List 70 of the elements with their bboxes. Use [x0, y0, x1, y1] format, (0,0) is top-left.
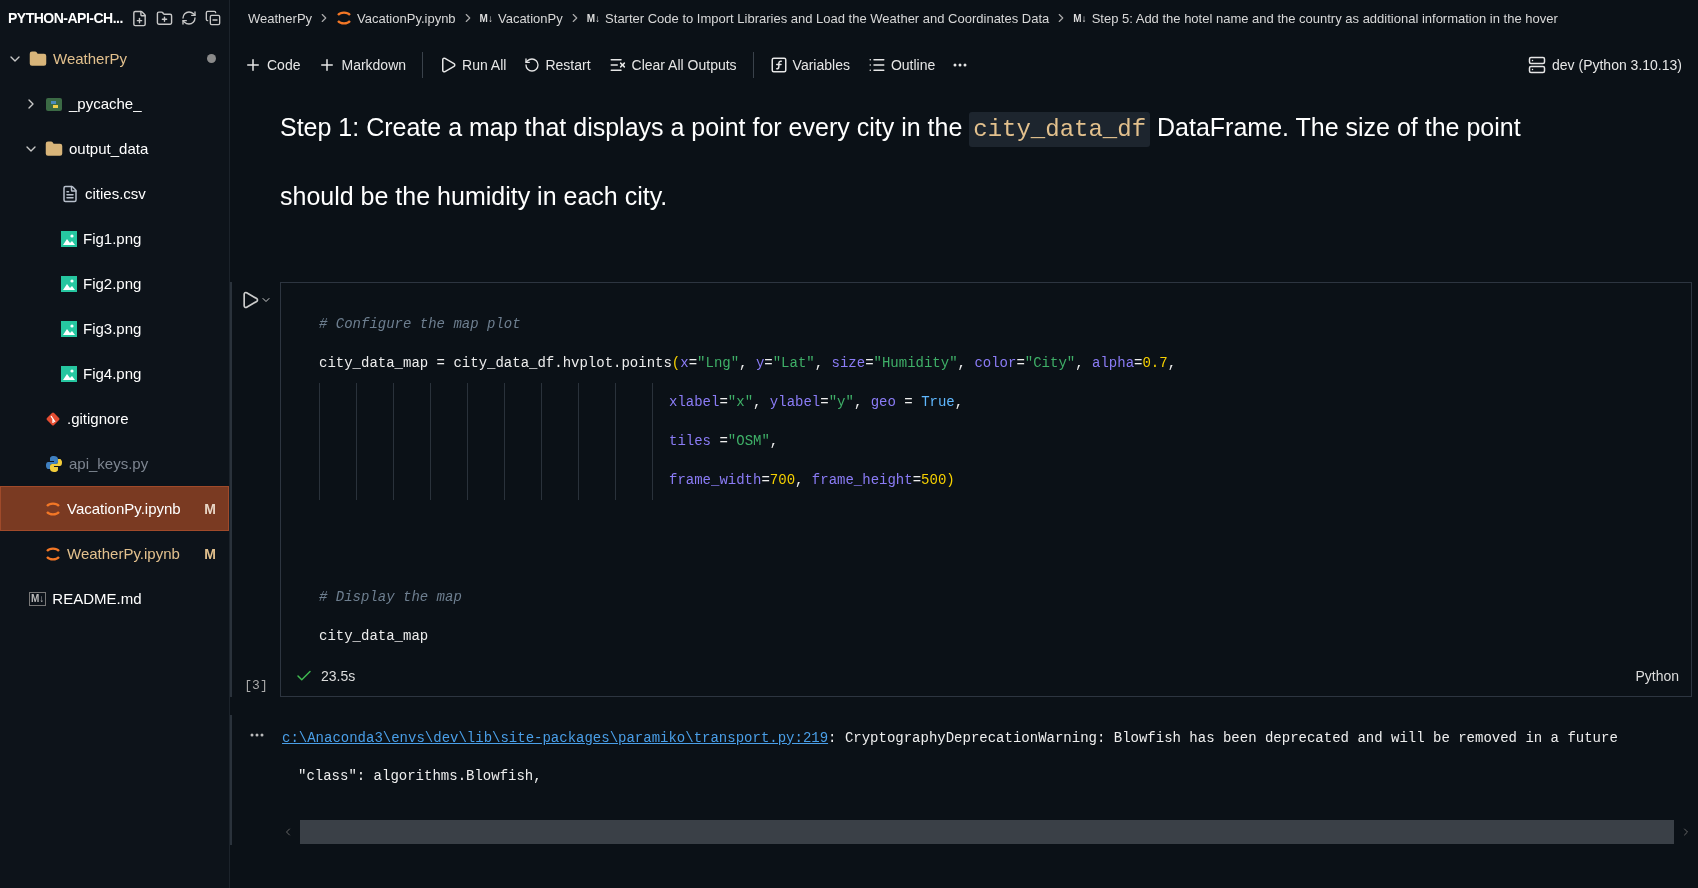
- breadcrumb-item[interactable]: Starter Code to Import Libraries and Load the Weather and Coordinates Data: [605, 10, 1050, 26]
- notebook-icon: [336, 9, 353, 27]
- markdown-icon: M↓: [1073, 12, 1087, 24]
- code-line: city_data_map: [318, 627, 430, 646]
- ellipsis-icon: [250, 733, 264, 737]
- kernel-picker[interactable]: dev (Python 3.10.13): [1522, 55, 1688, 75]
- refresh-icon: [180, 10, 197, 26]
- tree-item[interactable]: VacationPy.ipynb M: [0, 486, 229, 531]
- toolbar-button[interactable]: Run All: [437, 54, 509, 76]
- collapse-icon: [204, 10, 221, 26]
- markdown-heading: Step 1: Create a map that displays a point for every city in the city_data_df DataFrame. The size of the point should be the humidity in each city.: [279, 111, 1522, 212]
- breadcrumb-item[interactable]: Step 5: Add the hotel name and the country as additional information in the hover: [1091, 10, 1558, 26]
- folder-icon: [45, 139, 63, 158]
- markdown-icon: M↓: [586, 12, 601, 24]
- tree-item[interactable]: WeatherPy.ipynb M: [0, 531, 229, 576]
- image-icon: [61, 230, 77, 247]
- image-icon: [61, 365, 77, 382]
- tree-item[interactable]: cities.csv: [0, 171, 229, 216]
- document-icon: [61, 184, 79, 203]
- folder-icon: [29, 49, 47, 68]
- breadcrumb-item[interactable]: VacationPy.ipynb: [357, 10, 456, 26]
- explorer-title: PYTHON-API-CH...: [8, 10, 123, 26]
- play-icon: [240, 290, 260, 310]
- toolbar-button[interactable]: Restart: [522, 55, 593, 75]
- tree-item[interactable]: Fig4.png: [0, 351, 229, 396]
- toolbar-button[interactable]: Variables: [767, 54, 852, 76]
- status-letter: M: [204, 545, 216, 562]
- image-icon: [61, 275, 77, 292]
- run-cell-button[interactable]: [240, 290, 272, 310]
- toolbar-button[interactable]: Outline: [865, 54, 938, 76]
- cell-language[interactable]: Python: [1635, 668, 1679, 684]
- status-letter: M: [204, 500, 216, 517]
- image-icon: [61, 320, 77, 337]
- plus-icon: [244, 56, 262, 74]
- restart-icon: [524, 57, 541, 73]
- breadcrumb-item[interactable]: VacationPy: [497, 10, 563, 26]
- ellipsis-icon: [953, 63, 968, 67]
- file-link[interactable]: c:\Anaconda3\envs\dev\lib\site-packages\paramiko\transport.py:219: [282, 730, 829, 746]
- status-dot: [207, 54, 216, 63]
- variables-icon: [769, 56, 788, 74]
- markdown-icon: M↓: [479, 12, 493, 24]
- tree-item[interactable]: M↓ README.md: [0, 576, 229, 621]
- list-icon: [867, 56, 886, 74]
- output-line: "class": algorithms.Blowfish,: [297, 767, 543, 786]
- python-icon: [45, 454, 63, 473]
- markdown-icon: M↓: [29, 591, 47, 606]
- tree-item[interactable]: WeatherPy: [0, 36, 229, 81]
- new-folder-icon: [155, 9, 173, 27]
- breadcrumb-item[interactable]: WeatherPy: [248, 10, 313, 26]
- toolbar-button[interactable]: Clear All Outputs: [606, 54, 739, 76]
- run-duration: 23.5s: [321, 668, 356, 684]
- tree-item[interactable]: api_keys.py: [0, 441, 229, 486]
- code-line: city_data_map = city_data_df.hvplot.points(x="Lng", y="Lat", size="Humidity", color="City", alpha=0.7,: [318, 354, 1178, 373]
- new-file-icon: [130, 9, 148, 27]
- execution-count: [3]: [244, 678, 268, 693]
- server-icon: [1528, 56, 1546, 74]
- output-line: c:\Anaconda3\envs\dev\lib\site-packages\paramiko\transport.py:219: CryptographyDeprecationWarning: Blowfish has been deprecated and will be removed in a future: [282, 729, 1619, 748]
- tree-item[interactable]: _pycache_: [0, 81, 229, 126]
- play-icon: [439, 56, 458, 74]
- toolbar-button[interactable]: Markdown: [316, 54, 409, 76]
- tree-item[interactable]: .gitignore: [0, 396, 229, 441]
- horizontal-scrollbar[interactable]: [300, 820, 1674, 844]
- toolbar-button[interactable]: Code: [242, 54, 303, 76]
- tree-item[interactable]: Fig3.png: [0, 306, 229, 351]
- tree-item[interactable]: Fig2.png: [0, 261, 229, 306]
- code-line: # Configure the map plot: [318, 315, 522, 334]
- code-line: # Display the map: [318, 588, 463, 607]
- clear-list-icon: [608, 56, 627, 74]
- tree-item[interactable]: Fig1.png: [0, 216, 229, 261]
- tree-item[interactable]: output_data: [0, 126, 229, 171]
